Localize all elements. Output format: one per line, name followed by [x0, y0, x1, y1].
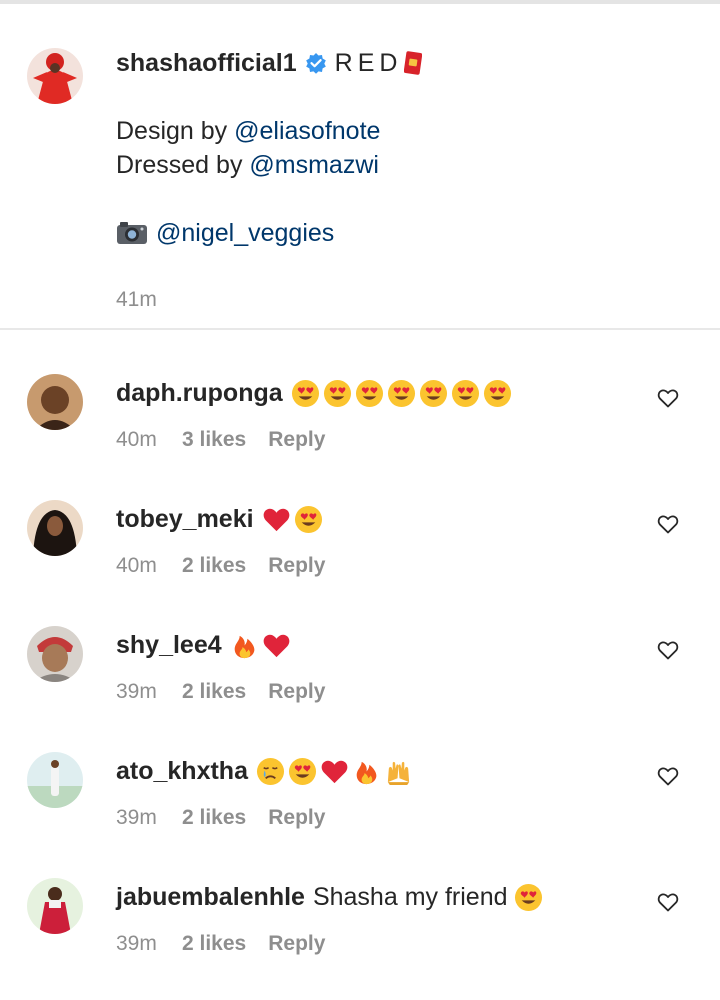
like-heart-icon[interactable]: [656, 764, 680, 788]
comment-username[interactable]: shy_lee4: [116, 631, 222, 660]
heart-eyes-emoji-icon: [294, 505, 323, 534]
mention-link[interactable]: @eliasofnote: [234, 117, 380, 145]
like-heart-icon[interactable]: [656, 638, 680, 662]
heart-eyes-emoji-icon: [451, 379, 480, 408]
comment-item: jabuembalenhle Shasha my friend 39m 2 li…: [0, 874, 720, 1000]
heart-eyes-emoji-icon: [514, 883, 543, 912]
heart-eyes-emoji-icon: [291, 379, 320, 408]
comment-item: daph.ruponga 40m 3 likes Reply: [0, 370, 720, 496]
mention-link[interactable]: @msmazwi: [249, 151, 379, 179]
post-caption: shashaofficial1 RED Design by @eliasofno…: [0, 4, 720, 330]
caption-timestamp: 41m: [116, 288, 157, 311]
comment-likes-link[interactable]: 3 likes: [182, 428, 246, 452]
comment-likes-link[interactable]: 2 likes: [182, 554, 246, 578]
comment-likes-link[interactable]: 2 likes: [182, 806, 246, 830]
raised-hands-emoji-icon: [384, 757, 413, 786]
caption-photo-line: @nigel_veggies: [116, 216, 696, 250]
comment-username[interactable]: ato_khxtha: [116, 757, 248, 786]
comment-username[interactable]: daph.ruponga: [116, 379, 283, 408]
heart-eyes-emoji-icon: [323, 379, 352, 408]
comment-item: ato_khxtha 39m 2 likes Reply: [0, 748, 720, 874]
comment-timestamp: 39m: [116, 680, 157, 703]
camera-icon: [116, 220, 148, 246]
like-heart-icon[interactable]: [656, 512, 680, 536]
heart-eyes-emoji-icon: [483, 379, 512, 408]
avatar[interactable]: [27, 374, 83, 430]
comment-likes-link[interactable]: 2 likes: [182, 680, 246, 704]
like-heart-icon[interactable]: [656, 890, 680, 914]
red-heart-emoji-icon: [262, 631, 291, 660]
avatar[interactable]: [27, 752, 83, 808]
avatar[interactable]: [27, 48, 83, 104]
caption-dressed-line: Dressed by @msmazwi: [116, 148, 696, 182]
caption-design-line: Design by @eliasofnote: [116, 114, 696, 148]
caption-text: Design by: [116, 117, 235, 145]
comment-timestamp: 40m: [116, 428, 157, 451]
mention-link[interactable]: @nigel_veggies: [156, 216, 334, 250]
comment-item: tobey_meki 40m 2 likes Reply: [0, 496, 720, 622]
reply-button[interactable]: Reply: [268, 428, 325, 452]
comment-item: shy_lee4 39m 2 likes Reply: [0, 622, 720, 748]
reply-button[interactable]: Reply: [268, 554, 325, 578]
verified-badge-icon: [305, 52, 327, 74]
heart-eyes-emoji-icon: [419, 379, 448, 408]
red-heart-emoji-icon: [320, 757, 349, 786]
comment-likes-link[interactable]: 2 likes: [182, 932, 246, 956]
red-envelope-icon: [404, 50, 423, 76]
avatar[interactable]: [27, 626, 83, 682]
heart-eyes-emoji-icon: [355, 379, 384, 408]
comment-username[interactable]: tobey_meki: [116, 505, 254, 534]
caption-title: RED: [334, 48, 403, 77]
heart-eyes-emoji-icon: [387, 379, 416, 408]
avatar[interactable]: [27, 500, 83, 556]
avatar[interactable]: [27, 878, 83, 934]
comment-timestamp: 39m: [116, 932, 157, 955]
comment-timestamp: 40m: [116, 554, 157, 577]
reply-button[interactable]: Reply: [268, 680, 325, 704]
fire-emoji-icon: [230, 631, 259, 660]
comment-text: Shasha my friend: [312, 882, 508, 911]
like-heart-icon[interactable]: [656, 386, 680, 410]
red-heart-emoji-icon: [262, 505, 291, 534]
caption-username[interactable]: shashaofficial1: [116, 49, 297, 78]
comment-timestamp: 39m: [116, 806, 157, 829]
heart-eyes-emoji-icon: [288, 757, 317, 786]
reply-button[interactable]: Reply: [268, 806, 325, 830]
comment-username[interactable]: jabuembalenhle: [116, 883, 305, 912]
crying-face-emoji-icon: [256, 757, 285, 786]
caption-text: Dressed by: [116, 151, 250, 179]
fire-emoji-icon: [352, 757, 381, 786]
reply-button[interactable]: Reply: [268, 932, 325, 956]
